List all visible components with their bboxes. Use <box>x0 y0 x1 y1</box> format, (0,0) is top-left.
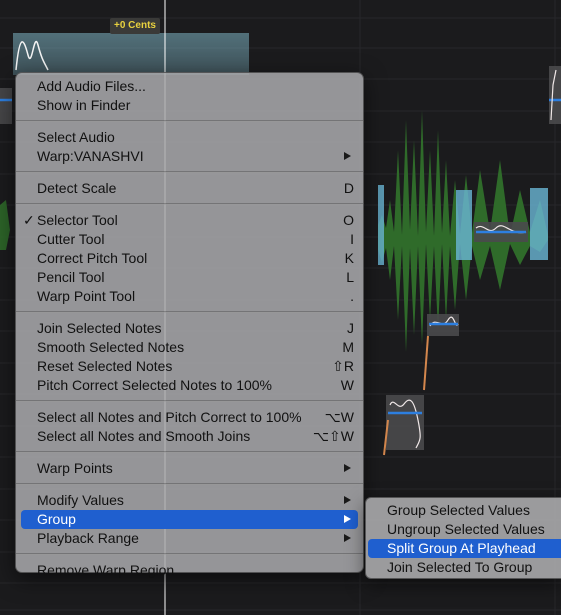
menu-item-smooth-selected-notes[interactable]: Smooth Selected Notes M <box>21 338 358 357</box>
menu-item-label: Modify Values <box>37 492 124 508</box>
menu-item-label: Selector Tool <box>37 212 118 228</box>
menu-item-shortcut: W <box>340 377 354 393</box>
menu-item-label: Detect Scale <box>37 180 117 196</box>
menu-item-modify-values[interactable]: Modify Values <box>21 491 358 510</box>
menu-item-label: Smooth Selected Notes <box>37 339 185 355</box>
menu-item-shortcut: ⌥W <box>324 409 354 425</box>
menu-separator <box>16 553 363 555</box>
menu-item-label: Pitch Correct Selected Notes to 100% <box>37 377 273 393</box>
menu-item-label: Show in Finder <box>37 97 131 113</box>
menu-item-select-all-notes-and-smooth-joins[interactable]: Select all Notes and Smooth Joins ⌥⇧W <box>21 427 358 446</box>
menu-item-shortcut: . <box>350 288 354 304</box>
menu-item-label: Remove Warp Region <box>37 562 175 578</box>
menu-item-shortcut: O <box>343 212 354 228</box>
menu-separator <box>16 311 363 313</box>
menu-item-reset-selected-notes[interactable]: Reset Selected Notes ⇧R <box>21 357 358 376</box>
menu-item-shortcut: ⇧R <box>332 358 354 374</box>
menu-item-correct-pitch-tool[interactable]: Correct Pitch Tool K <box>21 249 358 268</box>
submenu-arrow-icon <box>344 534 351 542</box>
submenu-item-group-selected-values[interactable]: Group Selected Values <box>368 501 561 520</box>
menu-item-warp-vanashvi[interactable]: Warp:VANASHVI <box>21 147 358 166</box>
menu-item-label: Warp Points <box>37 460 113 476</box>
checkmark-icon: ✓ <box>23 212 35 228</box>
menu-separator <box>16 483 363 485</box>
menu-item-show-in-finder[interactable]: Show in Finder <box>21 96 358 115</box>
menu-item-label: Add Audio Files... <box>37 78 146 94</box>
menu-item-warp-points[interactable]: Warp Points <box>21 459 358 478</box>
menu-item-label: Select all Notes and Pitch Correct to 10… <box>37 409 302 425</box>
menu-separator <box>16 400 363 402</box>
menu-item-shortcut: D <box>343 180 354 196</box>
menu-item-label: Correct Pitch Tool <box>37 250 148 266</box>
menu-item-shortcut: M <box>342 339 354 355</box>
context-menu: Add Audio Files... Show in Finder Select A… <box>15 72 364 578</box>
menu-item-cutter-tool[interactable]: Cutter Tool I <box>21 230 358 249</box>
menu-item-label: Select Audio <box>37 129 115 145</box>
menu-item-detect-scale[interactable]: Detect Scale D <box>21 179 358 198</box>
menu-item-selector-tool[interactable]: ✓ Selector Tool O <box>21 211 358 230</box>
cents-readout: +0 Cents <box>110 18 160 34</box>
submenu-arrow-icon <box>344 496 351 504</box>
submenu-arrow-icon <box>344 515 351 523</box>
menu-item-label: Join Selected Notes <box>37 320 162 336</box>
menu-item-label: Select all Notes and Smooth Joins <box>37 428 251 444</box>
submenu-arrow-icon <box>344 152 351 160</box>
menu-separator <box>16 171 363 173</box>
menu-separator <box>16 451 363 453</box>
menu-item-group[interactable]: Group <box>21 510 358 529</box>
submenu-arrow-icon <box>344 464 351 472</box>
menu-item-remove-warp-region[interactable]: Remove Warp Region <box>21 561 358 580</box>
menu-item-add-audio-files[interactable]: Add Audio Files... <box>21 77 358 96</box>
menu-item-select-audio[interactable]: Select Audio <box>21 128 358 147</box>
group-submenu: Group Selected Values Ungroup Selected Va… <box>365 497 561 579</box>
menu-item-join-selected-notes[interactable]: Join Selected Notes J <box>21 319 358 338</box>
menu-item-shortcut: J <box>347 320 354 336</box>
menu-item-label: Reset Selected Notes <box>37 358 173 374</box>
menu-item-shortcut: ⌥⇧W <box>312 428 354 444</box>
menu-item-label: Warp Point Tool <box>37 288 136 304</box>
menu-item-playback-range[interactable]: Playback Range <box>21 529 358 548</box>
menu-item-label: Cutter Tool <box>37 231 105 247</box>
menu-item-label: Pencil Tool <box>37 269 105 285</box>
submenu-item-join-selected-to-group[interactable]: Join Selected To Group <box>368 558 561 577</box>
menu-item-label: Playback Range <box>37 530 139 546</box>
menu-item-label: Warp:VANASHVI <box>37 148 144 164</box>
menu-item-select-all-notes-and-pitch-correct-to-100[interactable]: Select all Notes and Pitch Correct to 10… <box>21 408 358 427</box>
menu-separator <box>16 120 363 122</box>
menu-item-warp-point-tool[interactable]: Warp Point Tool. <box>21 287 358 306</box>
warp-region-selection[interactable] <box>13 33 249 75</box>
submenu-item-ungroup-selected-values[interactable]: Ungroup Selected Values <box>368 520 561 539</box>
submenu-item-split-group-at-playhead[interactable]: Split Group At Playhead <box>368 539 561 558</box>
menu-item-pitch-correct-selected-notes-to-100[interactable]: Pitch Correct Selected Notes to 100% W <box>21 376 358 395</box>
menu-item-pencil-tool[interactable]: Pencil Tool L <box>21 268 358 287</box>
menu-item-label: Group <box>37 511 76 527</box>
menu-separator <box>16 203 363 205</box>
menu-item-shortcut: L <box>346 269 354 285</box>
menu-item-shortcut: K <box>344 250 354 266</box>
menu-item-shortcut: I <box>350 231 354 247</box>
